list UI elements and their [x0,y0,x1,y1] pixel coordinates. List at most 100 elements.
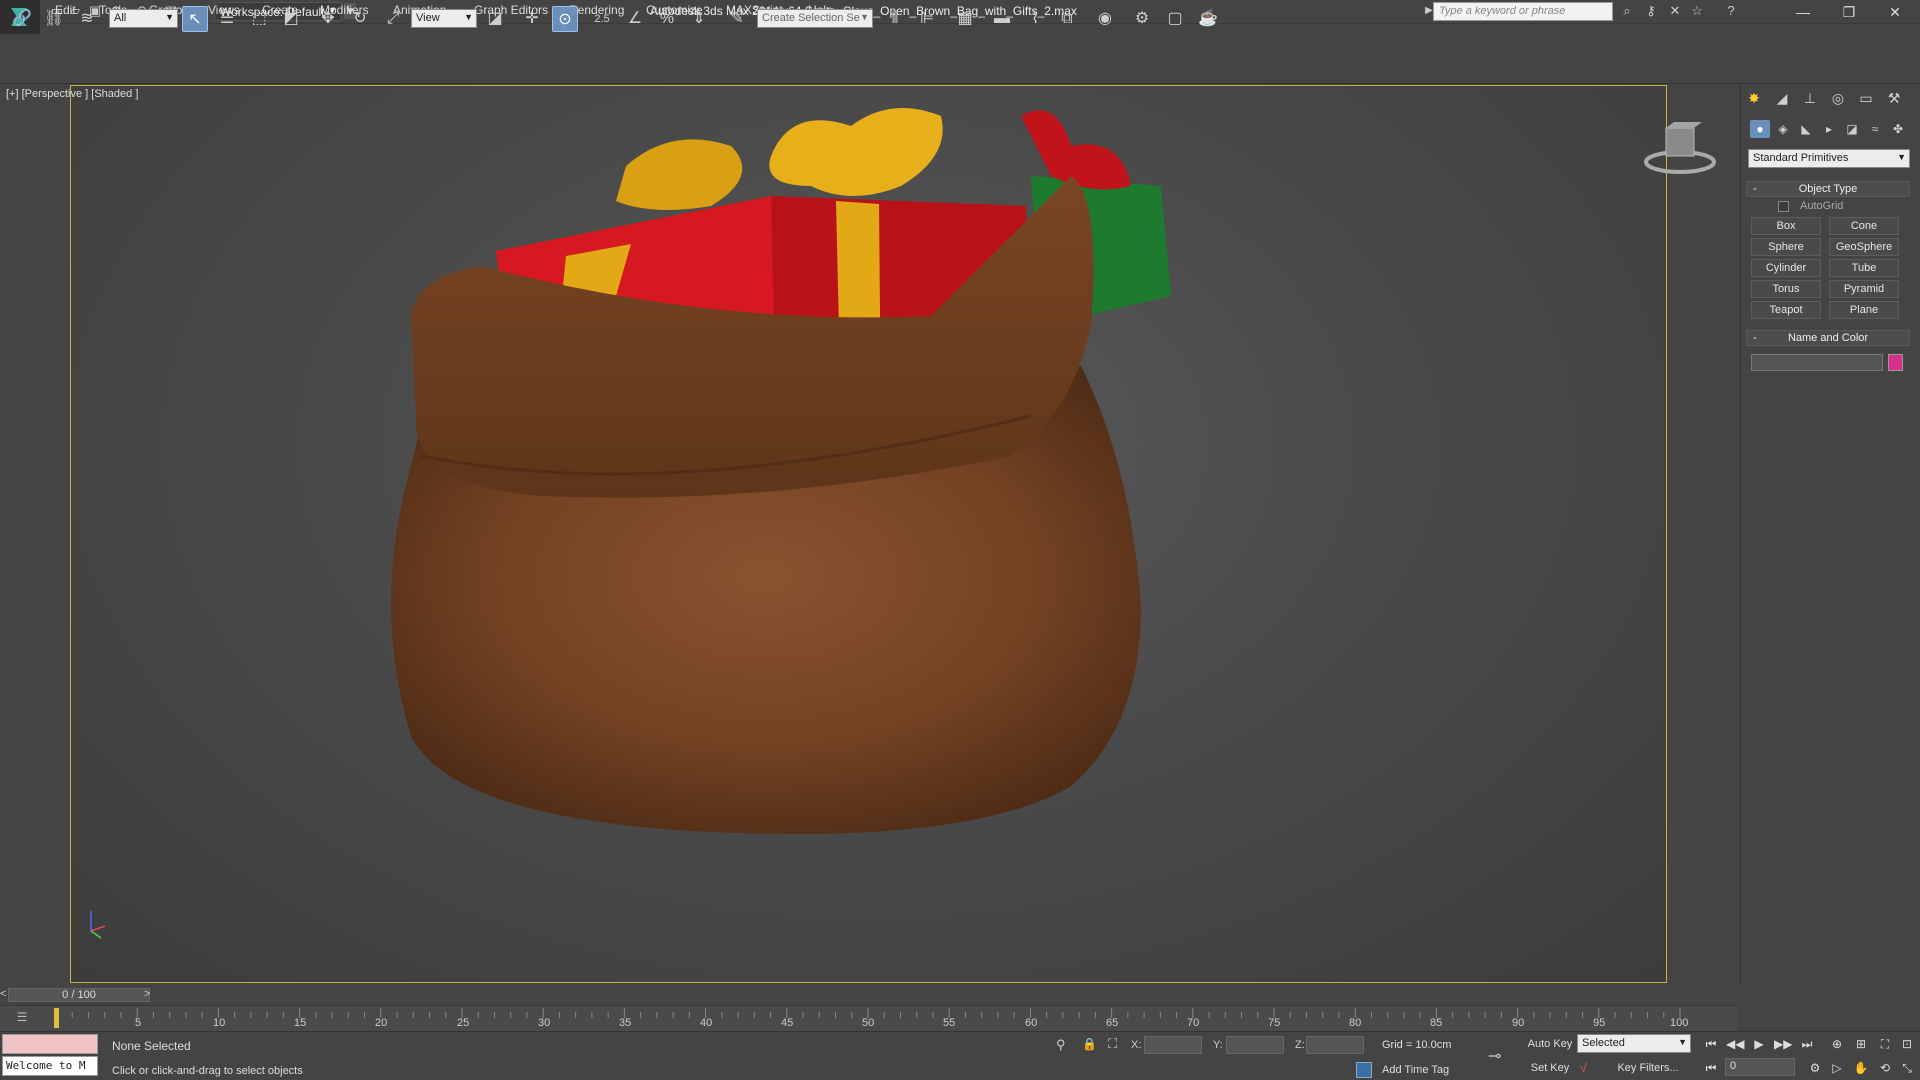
pan-view-icon[interactable]: ✋ [1852,1059,1870,1077]
perspective-viewport[interactable] [70,85,1667,983]
viewcube-icon[interactable] [1640,118,1720,178]
named-selection-sets-dropdown[interactable]: Create Selection Se ▼ [757,9,873,28]
material-editor-icon[interactable]: ◉ [1092,6,1118,32]
hierarchy-tab-icon[interactable]: ⊥ [1800,88,1820,108]
key-curve-icon[interactable]: √ [1580,1060,1587,1075]
spinner-snap-icon[interactable]: ⇕ [686,6,712,32]
x-coordinate-field[interactable] [1144,1036,1202,1054]
modify-tab-icon[interactable]: ◢ [1772,88,1792,108]
binoculars-icon[interactable]: ⌕ [1618,3,1636,19]
object-name-field[interactable] [1751,354,1883,371]
link-icon[interactable]: 🔗 [9,6,35,32]
rect-selection-region-icon[interactable]: ⬚ [246,6,272,32]
previous-frame-icon[interactable]: ◀◀ [1726,1035,1744,1053]
systems-icon[interactable]: ✤ [1888,120,1908,138]
set-key-mode-icon[interactable]: ⊸ [1488,1046,1501,1066]
close-button[interactable]: ✕ [1872,0,1918,24]
field-of-view-icon[interactable]: ▷ [1828,1059,1846,1077]
track-view-toggle-icon[interactable]: ☰ [8,1010,36,1028]
key-icon[interactable]: ⚷ [1642,3,1660,19]
search-input[interactable]: Type a keyword or phrase [1433,2,1613,21]
pyramid-button[interactable]: Pyramid [1829,280,1899,298]
mirror-icon[interactable]: ⫴ [882,6,908,32]
absolute-mode-icon[interactable]: ⛶ [1108,1036,1117,1052]
restore-button[interactable]: ❐ [1826,0,1872,24]
graphite-ribbon-icon[interactable]: ▬ [989,6,1015,32]
zoom-extents-icon[interactable]: ⛶ [1876,1035,1894,1053]
window-crossing-icon[interactable]: ◩ [278,6,304,32]
exchange-icon[interactable]: ✕ [1666,3,1684,19]
geosphere-button[interactable]: GeoSphere [1829,238,1899,256]
curve-editor-icon[interactable]: ⌇ [1022,6,1048,32]
torus-button[interactable]: Torus [1751,280,1821,298]
zoom-all-icon[interactable]: ⊞ [1852,1035,1870,1053]
select-object-icon[interactable]: ↖ [182,6,208,32]
percent-snap-icon[interactable]: % [654,6,680,32]
create-tab-icon[interactable]: ✸ [1744,88,1764,108]
help-icon[interactable]: ? [1722,3,1740,19]
orbit-icon[interactable]: ⟲ [1876,1059,1894,1077]
sphere-button[interactable]: Sphere [1751,238,1821,256]
schematic-view-icon[interactable]: ⧉ [1054,6,1080,32]
z-coordinate-field[interactable] [1306,1036,1364,1054]
maximize-viewport-icon[interactable]: ⤡ [1898,1059,1916,1077]
layer-manager-icon[interactable]: ▦ [952,6,978,32]
pivot-center-icon[interactable]: ◪ [482,6,508,32]
add-time-tag-button[interactable]: Add Time Tag [1382,1064,1449,1076]
move-icon[interactable]: ✥ [315,6,341,32]
box-button[interactable]: Box [1751,217,1821,235]
tube-button[interactable]: Tube [1829,259,1899,277]
prev-frame-icon[interactable]: < [0,988,6,1000]
zoom-extents-all-icon[interactable]: ⊡ [1898,1035,1916,1053]
time-slider[interactable]: 0 / 100 [8,988,150,1002]
select-by-name-icon[interactable]: ☰ [214,6,240,32]
primitive-type-dropdown[interactable]: Standard Primitives ▼ [1748,149,1910,168]
key-selection-dropdown[interactable]: Selected ▼ [1577,1034,1691,1053]
object-type-rollout[interactable]: - Object Type [1746,181,1910,197]
utilities-tab-icon[interactable]: ⚒ [1884,88,1904,108]
key-filters-button[interactable]: Key Filters... [1610,1059,1686,1077]
cylinder-button[interactable]: Cylinder [1751,259,1821,277]
zoom-icon[interactable]: ⊕ [1828,1035,1846,1053]
isolate-selection-icon[interactable]: ⚲ [1056,1037,1066,1053]
keyboard-shortcut-override-icon[interactable]: ⊙ [552,6,578,32]
go-to-start-icon[interactable]: ⏮ [1702,1035,1720,1053]
go-to-end-icon[interactable]: ⏭ [1798,1035,1816,1053]
next-frame-icon[interactable]: > [144,988,150,1000]
viewport-label[interactable]: [+] [Perspective ] [Shaded ] [6,88,138,100]
bind-spacewarp-icon[interactable]: ≋ [74,6,100,32]
time-configuration-icon[interactable]: ⚙ [1806,1059,1824,1077]
display-tab-icon[interactable]: ▭ [1856,88,1876,108]
edit-named-selection-icon[interactable]: ✎ [724,6,750,32]
snaps-toggle-icon[interactable]: 2.5 [589,6,615,32]
teapot-button[interactable]: Teapot [1751,301,1821,319]
play-icon[interactable]: ▶ [1750,1035,1768,1053]
key-mode-toggle-icon[interactable]: ⏮ [1702,1059,1720,1077]
plane-button[interactable]: Plane [1829,301,1899,319]
reference-coordinate-dropdown[interactable]: View ▼ [411,9,477,28]
align-icon[interactable]: ⊫ [914,6,940,32]
cameras-icon[interactable]: ▸ [1819,120,1839,138]
y-coordinate-field[interactable] [1226,1036,1284,1054]
helpers-icon[interactable]: ◪ [1842,120,1862,138]
time-tag-icon[interactable] [1356,1062,1372,1078]
maxscript-listener-input[interactable] [2,1034,98,1054]
space-warps-icon[interactable]: ≈ [1865,120,1885,138]
selection-lock-icon[interactable]: 🔒 [1082,1037,1097,1051]
select-manipulate-icon[interactable]: ✛ [519,6,545,32]
angle-snap-icon[interactable]: ∠ [622,6,648,32]
selection-filter-dropdown[interactable]: All ▼ [109,9,178,28]
render-production-icon[interactable]: ☕ [1195,6,1221,32]
set-key-button[interactable]: Set Key [1526,1059,1574,1077]
next-frame-icon[interactable]: ▶▶ [1774,1035,1792,1053]
minimize-button[interactable]: — [1780,0,1826,24]
name-and-color-rollout[interactable]: - Name and Color [1746,330,1910,346]
scale-icon[interactable]: ⤢ [380,6,406,32]
rotate-icon[interactable]: ↻ [347,6,373,32]
maxscript-listener-output[interactable]: Welcome to M [2,1056,98,1076]
rendered-frame-window-icon[interactable]: ▢ [1162,6,1188,32]
cone-button[interactable]: Cone [1829,217,1899,235]
autogrid-checkbox[interactable] [1778,201,1789,212]
motion-tab-icon[interactable]: ◎ [1828,88,1848,108]
favorites-star-icon[interactable]: ☆ [1688,3,1706,19]
